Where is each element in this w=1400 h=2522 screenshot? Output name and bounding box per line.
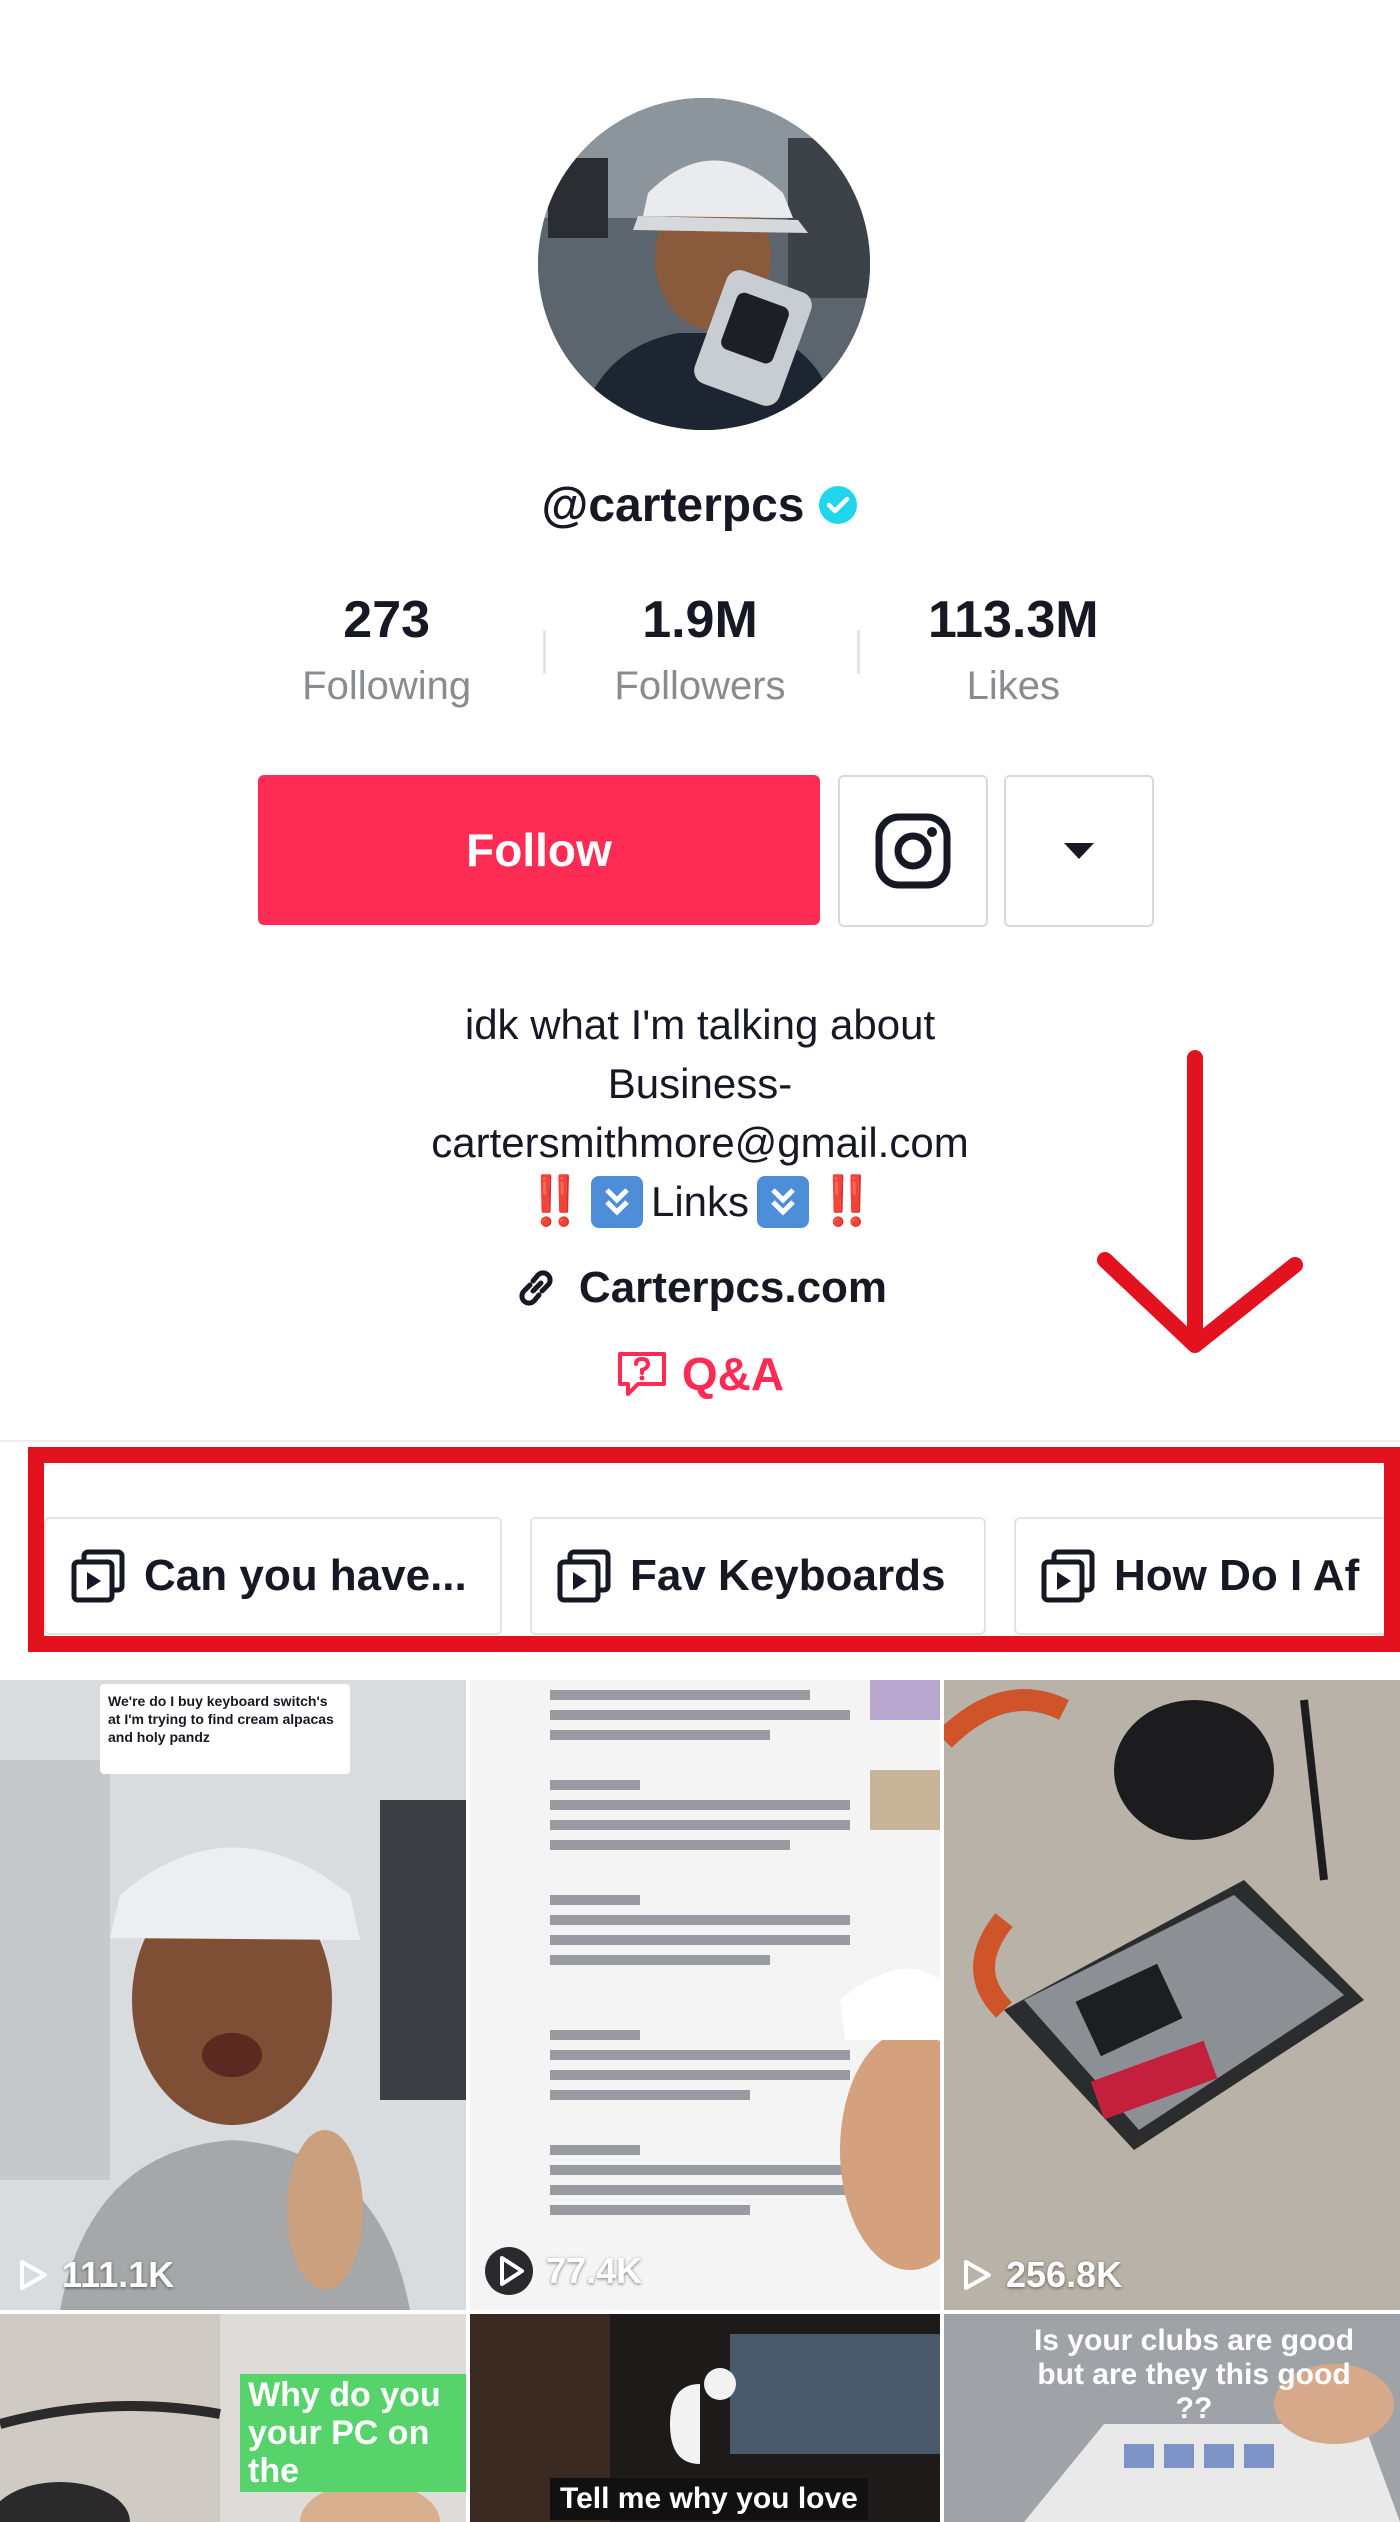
- video-thumbnail: [944, 1680, 1400, 2310]
- video-tile[interactable]: Tell me why you love: [470, 2314, 940, 2522]
- video-thumbnail: [470, 1680, 940, 2310]
- play-icon: [964, 2260, 991, 2290]
- video-tile[interactable]: We're do I buy keyboard switch's at I'm …: [0, 1680, 466, 2310]
- stat-label: Following: [302, 664, 472, 708]
- instagram-icon: [875, 813, 951, 889]
- video-tile[interactable]: 256.8K: [944, 1680, 1400, 2310]
- section-divider: [0, 1440, 1400, 1442]
- verified-badge-icon: [819, 486, 858, 524]
- stat-value: 1.9M: [642, 591, 758, 649]
- stat-value: 113.3M: [928, 591, 1099, 649]
- view-count-value: 77.4K: [546, 2250, 643, 2291]
- link-text[interactable]: Carterpcs.com: [579, 1263, 887, 1313]
- profile-stats: 273 Following 1.9M Followers 113.3M Like…: [230, 590, 1170, 720]
- view-count-value: 111.1K: [62, 2254, 175, 2295]
- stat-likes: 113.3M Likes: [856, 590, 1170, 720]
- play-icon: [485, 2247, 533, 2295]
- bio-line: idk what I'm talking about: [464, 1001, 936, 1048]
- follow-button[interactable]: Follow: [258, 775, 820, 925]
- view-count: 77.4K: [484, 2246, 642, 2296]
- view-count: 111.1K: [14, 2254, 174, 2296]
- question-bubble-icon: [617, 1352, 666, 1396]
- annotation-arrow-icon: [1097, 1050, 1303, 1353]
- view-count-value: 256.8K: [1006, 2254, 1123, 2295]
- profile-handle: @carterpcs: [541, 478, 805, 532]
- video-caption: Tell me why you love: [550, 2478, 868, 2520]
- caret-down-icon: [1064, 843, 1094, 859]
- video-grid: We're do I buy keyboard switch's at I'm …: [0, 1680, 1400, 2522]
- double-down-arrow-icon: [757, 1175, 810, 1228]
- avatar-image: [538, 98, 870, 430]
- video-tile[interactable]: Why do you your PC on the: [0, 2314, 466, 2522]
- annotation-highlight-box: [28, 1447, 1400, 1652]
- video-caption: Why do you your PC on the: [240, 2374, 466, 2492]
- stat-value: 273: [343, 591, 431, 649]
- double-exclamation-icon: ‼️: [525, 1175, 585, 1228]
- stat-following[interactable]: 273 Following: [230, 590, 543, 720]
- double-exclamation-icon: ‼️: [817, 1175, 877, 1228]
- link-icon: [519, 1270, 553, 1306]
- play-icon: [20, 2260, 47, 2290]
- bio-links-word: Links: [650, 1178, 750, 1225]
- stat-followers[interactable]: 1.9M Followers: [543, 590, 856, 720]
- stat-label: Followers: [614, 664, 786, 708]
- video-tile[interactable]: 77.4K: [470, 1680, 940, 2310]
- instagram-button[interactable]: [838, 775, 988, 927]
- profile-avatar[interactable]: [538, 98, 870, 430]
- double-down-arrow-icon: [590, 1175, 643, 1228]
- video-thumbnail: [0, 1680, 466, 2310]
- view-count: 256.8K: [958, 2254, 1122, 2296]
- more-options-button[interactable]: [1004, 775, 1154, 927]
- handle-row: @carterpcs: [0, 470, 1400, 540]
- comment-reply-sticker: We're do I buy keyboard switch's at I'm …: [100, 1684, 350, 1774]
- video-caption: Is your clubs are good but are they this…: [1033, 2324, 1355, 2425]
- stat-label: Likes: [966, 664, 1061, 708]
- qa-label[interactable]: Q&A: [682, 1347, 784, 1401]
- video-tile[interactable]: Is your clubs are good but are they this…: [944, 2314, 1400, 2522]
